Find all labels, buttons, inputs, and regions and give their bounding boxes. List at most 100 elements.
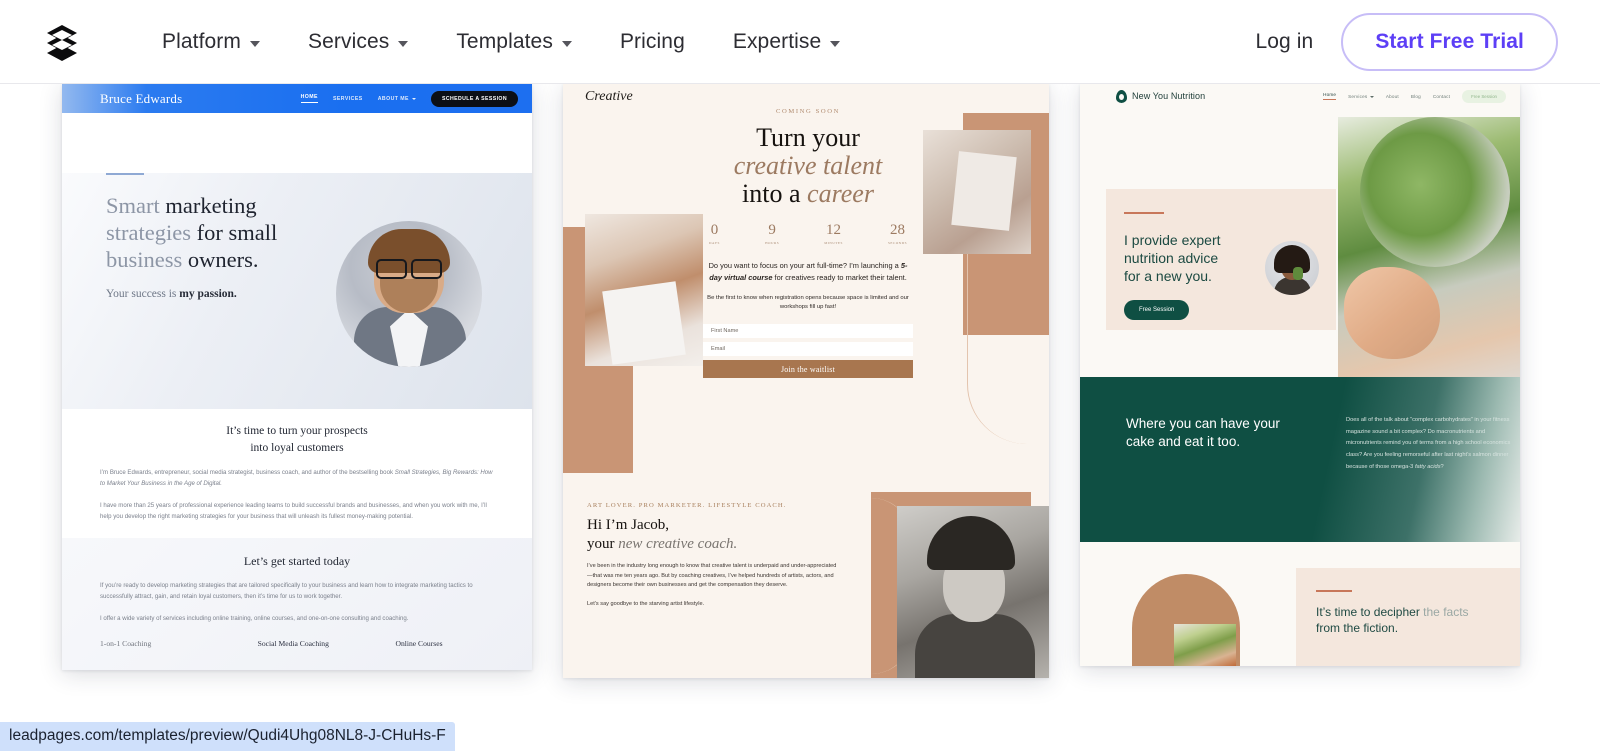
start-free-trial-button[interactable]: Start Free Trial (1341, 12, 1558, 71)
coach-service-3: Online Courses (395, 638, 443, 648)
coach-navlink-services[interactable]: SERVICES (333, 96, 363, 102)
creative-kicker: COMING SOON (776, 108, 840, 115)
creative-about-para1: I’ve been in the industry long enough to… (587, 563, 837, 589)
nutrition-leaf-logo-icon (1116, 89, 1127, 103)
chevron-down-icon (250, 40, 260, 47)
creative-heading-l3a: into a (742, 179, 808, 209)
coach-section2-para1: I’m Bruce Edwards, entrepreneur, social … (100, 468, 494, 489)
nutrition-person-avatar (1265, 241, 1319, 295)
creative-body-text-2: Be the first to know when registration o… (707, 294, 909, 311)
chevron-down-icon (398, 40, 409, 47)
chevron-down-icon (411, 97, 416, 100)
nutrition-bottom-h-c: from the fiction. (1316, 621, 1399, 636)
nutrition-navlink-services[interactable]: Services (1348, 94, 1374, 99)
coach-s2-line2: into loyal customers (250, 441, 344, 454)
countdown-days-value: 0 (710, 222, 719, 239)
nutrition-salad-image (1338, 117, 1520, 381)
header-actions: Log in Start Free Trial (1228, 12, 1558, 71)
coach-section2-heading: It’s time to turn your prospects into lo… (100, 423, 494, 456)
creative-hero-content: COMING SOON Turn your creative talent in… (703, 108, 913, 379)
nutrition-green-l2: cake and eat it too. (1126, 433, 1241, 449)
creative-heading-l1: Turn your (756, 123, 860, 152)
creative-heading-l2: creative talent (733, 151, 883, 181)
nutrition-template-navbar: New You Nutrition Home Services About Bl… (1080, 84, 1520, 108)
countdown-unit-seconds: 28 SECONDS (888, 222, 907, 246)
coach-s2-line1: It’s time to turn your prospects (226, 425, 368, 437)
nutrition-green-paragraph: Does all of the talk about “complex carb… (1346, 415, 1520, 473)
coach-heading-part4: for small (190, 220, 278, 246)
chevron-down-icon (1369, 95, 1374, 98)
creative-body-c: for creatives ready to market their tale… (772, 272, 907, 282)
nutrition-hero: I provide expert nutrition advice for a … (1080, 108, 1520, 381)
nutrition-navlink-contact[interactable]: Contact (1433, 94, 1450, 99)
countdown-seconds-value: 28 (889, 222, 905, 239)
creative-email-input[interactable]: Email (703, 342, 913, 357)
login-link[interactable]: Log in (1228, 30, 1342, 54)
creative-swoosh-decoration (967, 254, 1027, 444)
template-gallery: Bruce Edwards HOME SERVICES ABOUT ME SCH… (0, 84, 1600, 714)
nav-item-templates[interactable]: Templates (432, 0, 596, 84)
nav-item-platform[interactable]: Platform (138, 0, 284, 84)
coach-subhead-part2: my passion. (179, 287, 237, 300)
creative-body-text: Do you want to focus on your art full-ti… (703, 260, 913, 283)
coach-template-navbar: Bruce Edwards HOME SERVICES ABOUT ME SCH… (62, 84, 532, 113)
stacked-layers-logo-icon[interactable] (38, 18, 86, 66)
nav-item-services[interactable]: Services (284, 0, 432, 84)
nutrition-green-p-a: Does all of the talk about “complex carb… (1346, 417, 1511, 470)
template-card-nutrition[interactable]: New You Nutrition Home Services About Bl… (1080, 84, 1520, 666)
nutrition-bottom-section: It’s time to decipher the facts from the… (1080, 542, 1520, 666)
nav-label-services: Services (308, 29, 390, 53)
nav-label-expertise: Expertise (732, 29, 822, 53)
countdown-minutes-label: MINUTES (824, 241, 843, 246)
creative-flatlay-image-left (585, 214, 703, 366)
coach-subhead-part1: Your success is (106, 287, 180, 300)
nutrition-hero-l3: for a new you. (1124, 268, 1212, 285)
creative-heading: Turn your creative talent into a career (703, 123, 913, 209)
template-card-coach[interactable]: Bruce Edwards HOME SERVICES ABOUT ME SCH… (62, 84, 532, 670)
nutrition-green-section: Where you can have your cake and eat it … (1080, 377, 1520, 542)
countdown-days-label: DAYS (709, 241, 720, 246)
coach-section-get-started: Let’s get started today If you’re ready … (62, 538, 532, 670)
countdown-unit-days: 0 DAYS (709, 222, 720, 246)
chevron-down-icon (830, 40, 841, 47)
coach-hero-rule (106, 173, 144, 175)
creative-about-h-l2a: your (587, 535, 619, 552)
coach-brand: Bruce Edwards (100, 90, 183, 106)
creative-magazine-image-right (923, 130, 1031, 254)
nutrition-green-p-c: ? (1440, 463, 1444, 470)
coach-section3-heading: Let’s get started today (243, 554, 351, 569)
coach-section3-para2: I offer a wide variety of services inclu… (100, 615, 409, 623)
nutrition-bottom-h-b: the facts (1423, 605, 1469, 619)
nutrition-navlink-about[interactable]: About (1386, 94, 1399, 99)
creative-about-section: ART LOVER. PRO MARKETER. LIFESTYLE COACH… (563, 484, 1049, 678)
coach-heading-part5: business (106, 247, 183, 273)
site-header: Platform Services Templates Pricing Expe… (0, 0, 1600, 84)
coach-navlink-home[interactable]: HOME (300, 94, 318, 103)
countdown-hours-label: HOURS (765, 241, 780, 246)
coach-heading-part2: marketing (165, 193, 257, 218)
browser-status-bar-url: leadpages.com/templates/preview/Qudi4Uhg… (0, 722, 455, 751)
nav-label-pricing: Pricing (619, 29, 685, 53)
nutrition-green-heading: Where you can have your cake and eat it … (1126, 415, 1326, 451)
creative-countdown-timer: 0 DAYS 9 HOURS 12 MINUTES 28 SECONDS (703, 222, 913, 246)
nutrition-hero-l1: I provide expert (1124, 232, 1221, 248)
coach-navlink-about[interactable]: ABOUT ME (378, 96, 416, 102)
nav-item-expertise[interactable]: Expertise (709, 0, 864, 84)
nutrition-navlinks: Home Services About Blog Contact Free Se… (1323, 89, 1506, 103)
template-card-creative[interactable]: Creative COMING SOON Turn your creative … (563, 84, 1049, 678)
nutrition-nav-free-session-button[interactable]: Free Session (1462, 89, 1506, 103)
nutrition-navlink-home[interactable]: Home (1323, 92, 1337, 100)
nutrition-brand: New You Nutrition (1132, 91, 1206, 101)
nav-item-pricing[interactable]: Pricing (596, 0, 709, 84)
coach-schedule-button[interactable]: SCHEDULE A SESSION (430, 90, 518, 107)
nutrition-free-session-button[interactable]: Free Session (1124, 299, 1190, 320)
nutrition-navlink-blog[interactable]: Blog (1411, 94, 1421, 99)
countdown-unit-hours: 9 HOURS (765, 223, 780, 246)
creative-about-para2: Let’s say goodbye to the starving artist… (587, 601, 705, 608)
creative-join-waitlist-button[interactable]: Join the waitlist (703, 360, 913, 379)
creative-about-h-l2b: new creative coach. (618, 535, 738, 552)
coach-portrait-image (336, 221, 482, 367)
creative-first-name-input[interactable]: First Name (703, 324, 913, 339)
nutrition-bottom-rule (1316, 590, 1352, 592)
nutrition-bottom-h-a: It’s time to decipher (1316, 605, 1424, 619)
